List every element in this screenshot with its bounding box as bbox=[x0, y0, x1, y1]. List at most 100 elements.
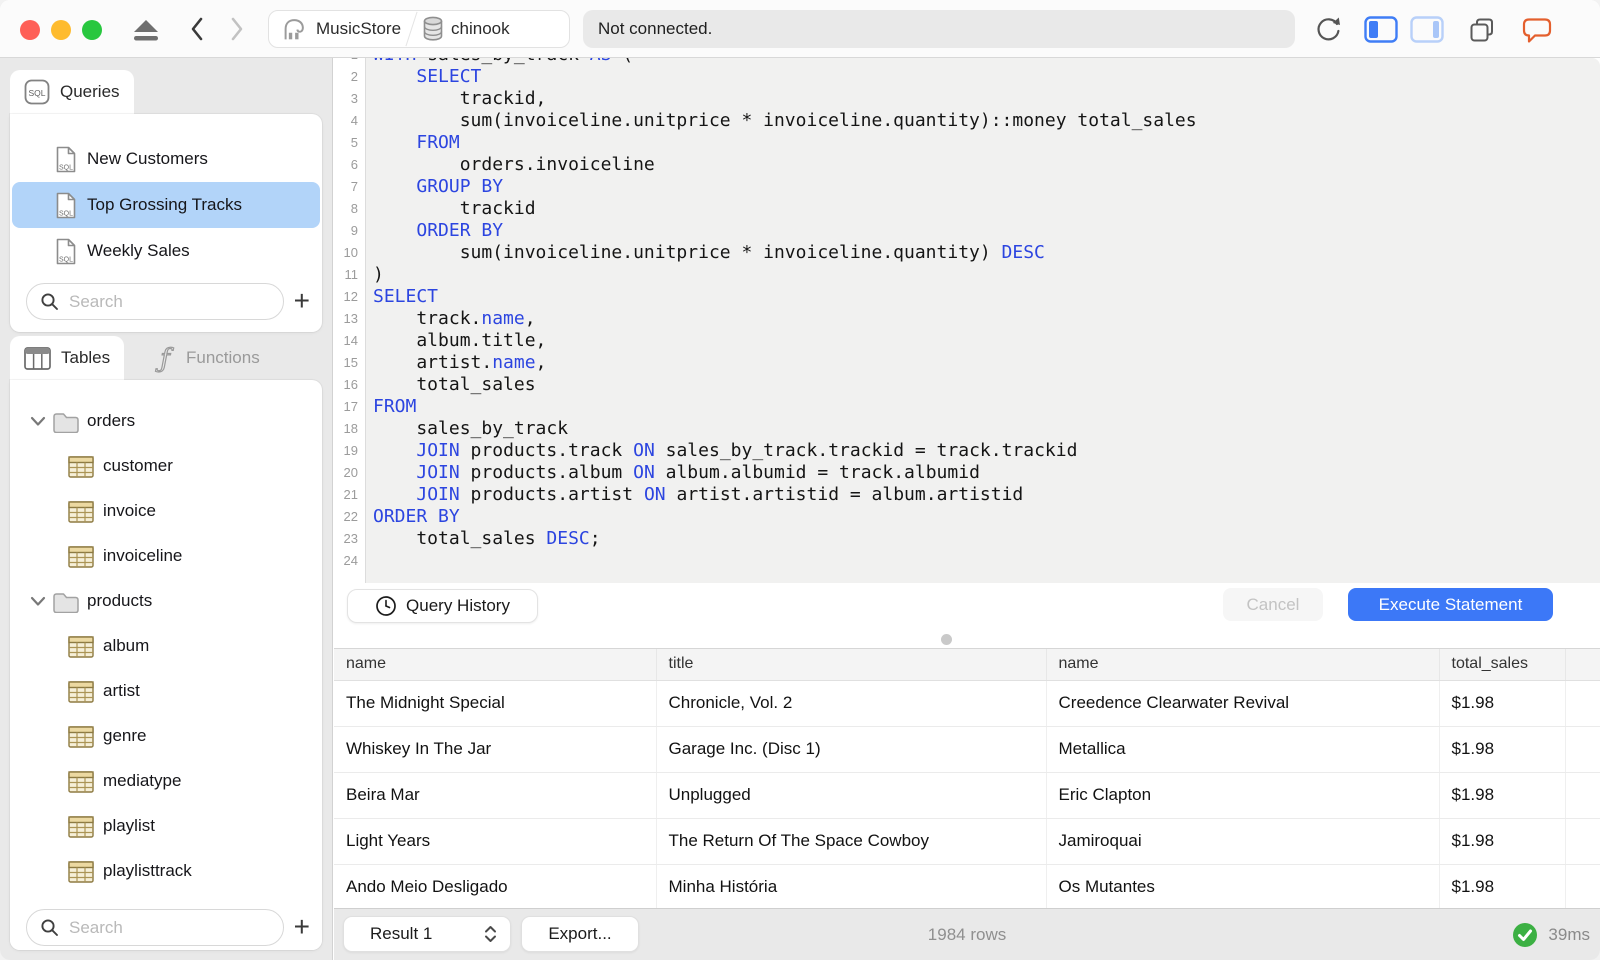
query-history-button[interactable]: Query History bbox=[347, 589, 538, 623]
table-cell-filler bbox=[1565, 818, 1600, 865]
tab-queries[interactable]: SQL Queries bbox=[10, 70, 134, 114]
minimize-window-button[interactable] bbox=[51, 20, 71, 40]
table-cell[interactable]: Os Mutantes bbox=[1046, 864, 1440, 908]
tree-folder-row[interactable]: orders bbox=[10, 400, 322, 445]
zoom-window-button[interactable] bbox=[82, 20, 102, 40]
queries-search-input[interactable]: Search bbox=[26, 283, 284, 320]
sql-file-icon: SQL bbox=[55, 192, 77, 219]
table-cell[interactable]: $1.98 bbox=[1439, 726, 1566, 773]
tree-label: customer bbox=[103, 456, 173, 475]
back-button[interactable] bbox=[188, 16, 206, 42]
refresh-icon[interactable] bbox=[1314, 15, 1342, 43]
tree-table-row[interactable]: genre bbox=[10, 715, 322, 760]
tab-functions[interactable]: ƒ Functions bbox=[140, 336, 274, 380]
table-cell[interactable]: Ando Meio Desligado bbox=[334, 864, 657, 908]
tree-label: products bbox=[87, 591, 153, 610]
schema-search-row: Search + bbox=[10, 906, 322, 950]
results-table: name title name total_sales The Midnight Spe… bbox=[334, 649, 1600, 908]
editor-action-row: Query History Cancel Execute Statement bbox=[334, 583, 1600, 648]
tree-table-row[interactable]: artist bbox=[10, 670, 322, 715]
tab-tables[interactable]: Tables bbox=[10, 336, 125, 380]
add-table-button[interactable]: + bbox=[294, 911, 310, 943]
table-row: Light Years The Return Of The Space Cowbo… bbox=[334, 818, 1600, 865]
tree-label: artist bbox=[103, 681, 140, 700]
toggle-right-sidebar-icon[interactable] bbox=[1410, 16, 1444, 43]
cancel-button[interactable]: Cancel bbox=[1223, 588, 1323, 621]
breadcrumb-database-label: chinook bbox=[451, 19, 510, 38]
table-cell[interactable]: Garage Inc. (Disc 1) bbox=[656, 726, 1047, 773]
result-selector[interactable]: Result 1 bbox=[343, 916, 511, 952]
code-line: album.title, bbox=[373, 330, 547, 351]
query-list-item[interactable]: SQL New Customers bbox=[12, 136, 320, 182]
tree-table-row[interactable]: album bbox=[10, 625, 322, 670]
schema-search-placeholder: Search bbox=[69, 917, 123, 937]
breadcrumb-server[interactable]: MusicStore bbox=[269, 11, 411, 47]
close-window-button[interactable] bbox=[20, 20, 40, 40]
line-number-gutter: 123456789101112131415161718192021222324 bbox=[334, 58, 366, 583]
tab-functions-label: Functions bbox=[186, 348, 260, 367]
splitter-drag-handle[interactable] bbox=[941, 634, 952, 645]
tab-tables-label: Tables bbox=[61, 348, 111, 367]
tree-table-row[interactable]: playlist bbox=[10, 805, 322, 850]
table-cell[interactable]: Jamiroquai bbox=[1046, 818, 1440, 865]
sql-editor[interactable]: 123456789101112131415161718192021222324 … bbox=[334, 58, 1600, 583]
code-line: FROM bbox=[416, 132, 460, 153]
forward-button[interactable] bbox=[228, 16, 246, 42]
tree-table-row[interactable]: playlisttrack bbox=[10, 850, 322, 895]
table-icon bbox=[68, 771, 94, 793]
code-line: FROM bbox=[373, 396, 417, 417]
query-list-item[interactable]: SQL Weekly Sales bbox=[12, 228, 320, 274]
column-header[interactable]: name bbox=[334, 649, 657, 681]
toggle-left-sidebar-icon[interactable] bbox=[1364, 16, 1398, 43]
table-cell[interactable]: Metallica bbox=[1046, 726, 1440, 773]
table-cell[interactable]: Eric Clapton bbox=[1046, 772, 1440, 819]
schema-search-input[interactable]: Search bbox=[26, 909, 284, 946]
tree-table-row[interactable]: customer bbox=[10, 445, 322, 490]
feedback-bubble-icon[interactable] bbox=[1520, 16, 1552, 44]
status-bar: 1984 rows Result 1 Export... 39ms bbox=[334, 908, 1600, 960]
table-cell[interactable]: $1.98 bbox=[1439, 818, 1566, 865]
query-label: Top Grossing Tracks bbox=[87, 195, 242, 214]
eject-icon[interactable] bbox=[133, 18, 159, 42]
tables-icon bbox=[24, 346, 51, 370]
svg-text:ƒ: ƒ bbox=[155, 344, 174, 373]
code-line: GROUP BY bbox=[416, 176, 504, 197]
table-cell[interactable]: Light Years bbox=[334, 818, 657, 865]
code-line: WITH sales_by_track AS ( bbox=[373, 58, 1600, 66]
column-header[interactable]: name bbox=[1046, 649, 1440, 681]
code-line: sum(invoiceline.unitprice * invoiceline.… bbox=[373, 242, 1045, 263]
table-cell-filler bbox=[1565, 864, 1600, 908]
column-header[interactable]: total_sales bbox=[1439, 649, 1566, 681]
table-cell[interactable]: Chronicle, Vol. 2 bbox=[656, 680, 1047, 727]
chevron-down-icon[interactable] bbox=[30, 595, 46, 607]
windows-icon[interactable] bbox=[1468, 16, 1496, 44]
query-list-item[interactable]: SQL Top Grossing Tracks bbox=[12, 182, 320, 228]
column-header[interactable]: title bbox=[656, 649, 1047, 681]
table-cell[interactable]: Minha História bbox=[656, 864, 1047, 908]
breadcrumb: MusicStore chinook bbox=[268, 10, 570, 48]
add-query-button[interactable]: + bbox=[294, 285, 310, 317]
table-cell[interactable]: Unplugged bbox=[656, 772, 1047, 819]
schema-panel: orders customer invoice invoiceline products… bbox=[10, 380, 322, 950]
breadcrumb-database[interactable]: chinook bbox=[412, 11, 520, 47]
code-line: JOIN products.artist ON artist.artistid … bbox=[416, 484, 1024, 505]
table-cell[interactable]: $1.98 bbox=[1439, 680, 1566, 727]
table-cell[interactable]: Whiskey In The Jar bbox=[334, 726, 657, 773]
code-line: artist.name, bbox=[373, 352, 547, 373]
export-button[interactable]: Export... bbox=[521, 916, 639, 952]
table-cell[interactable]: Creedence Clearwater Revival bbox=[1046, 680, 1440, 727]
table-cell[interactable]: The Return Of The Space Cowboy bbox=[656, 818, 1047, 865]
tree-label: genre bbox=[103, 726, 147, 745]
tree-folder-row[interactable]: products bbox=[10, 580, 322, 625]
table-cell[interactable]: The Midnight Special bbox=[334, 680, 657, 727]
tree-table-row[interactable]: invoice bbox=[10, 490, 322, 535]
queries-panel: SQL New Customers SQL Top Grossing Tracks SQ… bbox=[10, 114, 322, 332]
execute-statement-button[interactable]: Execute Statement bbox=[1348, 588, 1553, 621]
table-cell[interactable]: Beira Mar bbox=[334, 772, 657, 819]
table-icon bbox=[68, 726, 94, 748]
tree-table-row[interactable]: invoiceline bbox=[10, 535, 322, 580]
table-cell[interactable]: $1.98 bbox=[1439, 864, 1566, 908]
chevron-down-icon[interactable] bbox=[30, 415, 46, 427]
table-cell[interactable]: $1.98 bbox=[1439, 772, 1566, 819]
tree-table-row[interactable]: mediatype bbox=[10, 760, 322, 805]
